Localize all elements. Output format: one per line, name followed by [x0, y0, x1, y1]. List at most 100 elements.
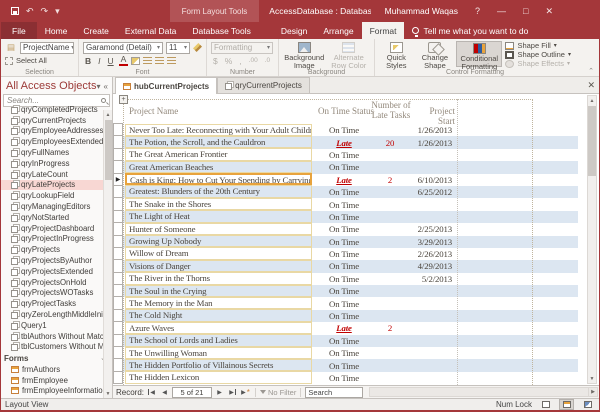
tab-database-tools[interactable]: Database Tools	[184, 22, 258, 39]
nav-item-qryprojects[interactable]: qryProjects	[1, 244, 112, 255]
background-image-button[interactable]: Background Image	[283, 41, 326, 67]
project-start-cell[interactable]: 2/25/2013	[408, 224, 452, 234]
nav-scroll-thumb[interactable]	[105, 120, 112, 180]
project-name-cell[interactable]: Azure Waves	[125, 322, 312, 334]
on-time-status-cell[interactable]: On Time	[316, 125, 372, 135]
nav-item-qrylateprojects[interactable]: qryLateProjects	[1, 180, 112, 191]
on-time-status-cell[interactable]: Late	[316, 175, 372, 185]
align-center-icon[interactable]	[155, 57, 164, 64]
on-time-status-cell[interactable]: On Time	[316, 336, 372, 346]
on-time-status-cell[interactable]: On Time	[316, 274, 372, 284]
project-name-cell[interactable]: The Hidden Lexicon	[125, 371, 312, 383]
currency-button[interactable]: $	[211, 56, 220, 66]
project-start-cell[interactable]: 6/25/2012	[408, 187, 452, 197]
record-selector[interactable]	[113, 371, 123, 384]
nav-scrollbar[interactable]: ▲ ▼	[103, 110, 112, 398]
record-selector[interactable]	[113, 222, 123, 235]
document-close-icon[interactable]: ✕	[587, 80, 595, 91]
project-name-cell[interactable]: The Hidden Portfolio of Villainous Secre…	[125, 359, 312, 371]
on-time-status-cell[interactable]: On Time	[316, 187, 372, 197]
on-time-status-cell[interactable]: On Time	[316, 299, 372, 309]
nav-item-query1[interactable]: Query1	[1, 320, 112, 331]
layout-view-button[interactable]	[559, 399, 574, 410]
hscroll-right-icon[interactable]: ▶	[588, 388, 597, 396]
on-time-status-cell[interactable]: On Time	[316, 249, 372, 259]
nav-section-forms[interactable]: Forms⌄	[1, 352, 112, 364]
late-tasks-cell[interactable]: 2	[372, 175, 408, 185]
record-selector[interactable]	[113, 235, 123, 248]
nav-item-qrycompletedprojects[interactable]: qryCompletedProjects	[1, 104, 112, 115]
on-time-status-cell[interactable]: On Time	[316, 373, 372, 383]
record-selector[interactable]	[113, 284, 123, 297]
qat-customize-icon[interactable]: ▾	[55, 6, 60, 17]
alternate-row-color-button[interactable]: Alternate Row Color	[328, 41, 371, 67]
record-search-input[interactable]: Search	[305, 387, 363, 398]
record-selector[interactable]	[113, 358, 123, 371]
nav-item-frmauthors[interactable]: frmAuthors	[1, 364, 112, 375]
nav-item-qryfullnames[interactable]: qryFullNames	[1, 147, 112, 158]
record-selector[interactable]	[113, 210, 123, 223]
align-left-icon[interactable]	[143, 57, 152, 64]
project-start-cell[interactable]: 3/29/2013	[408, 237, 452, 247]
underline-button[interactable]: U	[106, 56, 116, 66]
project-name-cell[interactable]: Visions of Danger	[125, 260, 312, 272]
record-selector[interactable]	[113, 135, 123, 148]
tab-file[interactable]: File	[1, 22, 37, 39]
project-name-cell[interactable]: The Great American Frontier	[125, 148, 312, 160]
fill-color-icon[interactable]	[131, 57, 140, 65]
record-selector[interactable]: ▶	[113, 173, 123, 186]
project-name-cell[interactable]: Greatest: Blunders of the 20th Century	[125, 185, 312, 197]
record-selector[interactable]	[113, 197, 123, 210]
shape-outline-button[interactable]: Shape Outline▾	[505, 50, 571, 59]
nav-pane-header[interactable]: All Access Objects ▾ «	[1, 77, 112, 94]
project-name-cell[interactable]: The Soul in the Crying	[125, 285, 312, 297]
nav-item-qryprojectsbyauthor[interactable]: qryProjectsByAuthor	[1, 255, 112, 266]
nav-item-frmemployeeinformation[interactable]: frmEmployeeInformation	[1, 385, 112, 396]
nav-item-qryprojectsonhold[interactable]: qryProjectsOnHold	[1, 277, 112, 288]
record-selector[interactable]	[113, 346, 123, 359]
project-name-cell[interactable]: Cash is King: How to Cut Your Spending b…	[125, 173, 312, 185]
nav-item-qryprojectsextended[interactable]: qryProjectsExtended	[1, 266, 112, 277]
percent-button[interactable]: %	[223, 56, 235, 66]
record-selector[interactable]	[113, 309, 123, 322]
tell-me-box[interactable]: Tell me what you want to do	[412, 22, 528, 39]
column-header-late-tasks[interactable]: Number of Late Tasks	[369, 100, 413, 121]
project-start-cell[interactable]: 1/26/2013	[408, 138, 452, 148]
font-size-combo[interactable]: 11▾	[166, 42, 190, 54]
change-shape-button[interactable]: Change Shape	[417, 41, 454, 67]
on-time-status-cell[interactable]: On Time	[316, 200, 372, 210]
form-scroll-up-icon[interactable]: ▲	[590, 96, 595, 105]
close-button[interactable]: ✕	[545, 6, 553, 17]
record-selector[interactable]	[113, 272, 123, 285]
record-selector[interactable]	[113, 185, 123, 198]
on-time-status-cell[interactable]: On Time	[316, 150, 372, 160]
record-selector[interactable]	[113, 148, 123, 161]
design-view-button[interactable]	[580, 399, 595, 410]
record-selector[interactable]	[113, 123, 123, 136]
record-selector[interactable]	[113, 296, 123, 309]
save-icon[interactable]	[11, 7, 19, 15]
undo-icon[interactable]: ↶	[26, 6, 34, 17]
select-all-button[interactable]: Select All	[16, 56, 47, 65]
redo-icon[interactable]: ↷	[41, 6, 49, 17]
late-tasks-cell[interactable]: 20	[372, 138, 408, 148]
collapse-ribbon-icon[interactable]: ⌃	[588, 67, 594, 75]
form-scroll-thumb[interactable]	[588, 106, 596, 176]
nav-item-qrycurrentprojects[interactable]: qryCurrentProjects	[1, 115, 112, 126]
record-position-box[interactable]: 5 of 21	[172, 387, 212, 398]
form-view-button[interactable]	[538, 399, 553, 410]
comma-button[interactable]: ,	[237, 56, 243, 66]
nav-scroll-up-icon[interactable]: ▲	[106, 110, 111, 119]
doc-tab-current-projects-query[interactable]: qryCurrentProjects	[217, 77, 310, 93]
nav-menu-icon[interactable]: ▾	[97, 82, 101, 91]
doc-tab-current-projects-form[interactable]: hubCurrentProjects	[115, 77, 217, 94]
record-selector[interactable]	[113, 321, 123, 334]
next-record-button[interactable]: ▶	[214, 387, 225, 398]
column-header-project-name[interactable]: Project Name	[129, 106, 178, 116]
nav-item-tblauthors-without-matchin-[interactable]: tblAuthors Without Matchin...	[1, 331, 112, 342]
on-time-status-cell[interactable]: On Time	[316, 361, 372, 371]
tab-format[interactable]: Format	[362, 22, 405, 39]
project-name-cell[interactable]: The Memory in the Man	[125, 297, 312, 309]
increase-decimal-button[interactable]: .00	[247, 57, 260, 64]
nav-item-qryprojectswotasks[interactable]: qryProjectsWOTasks	[1, 288, 112, 299]
